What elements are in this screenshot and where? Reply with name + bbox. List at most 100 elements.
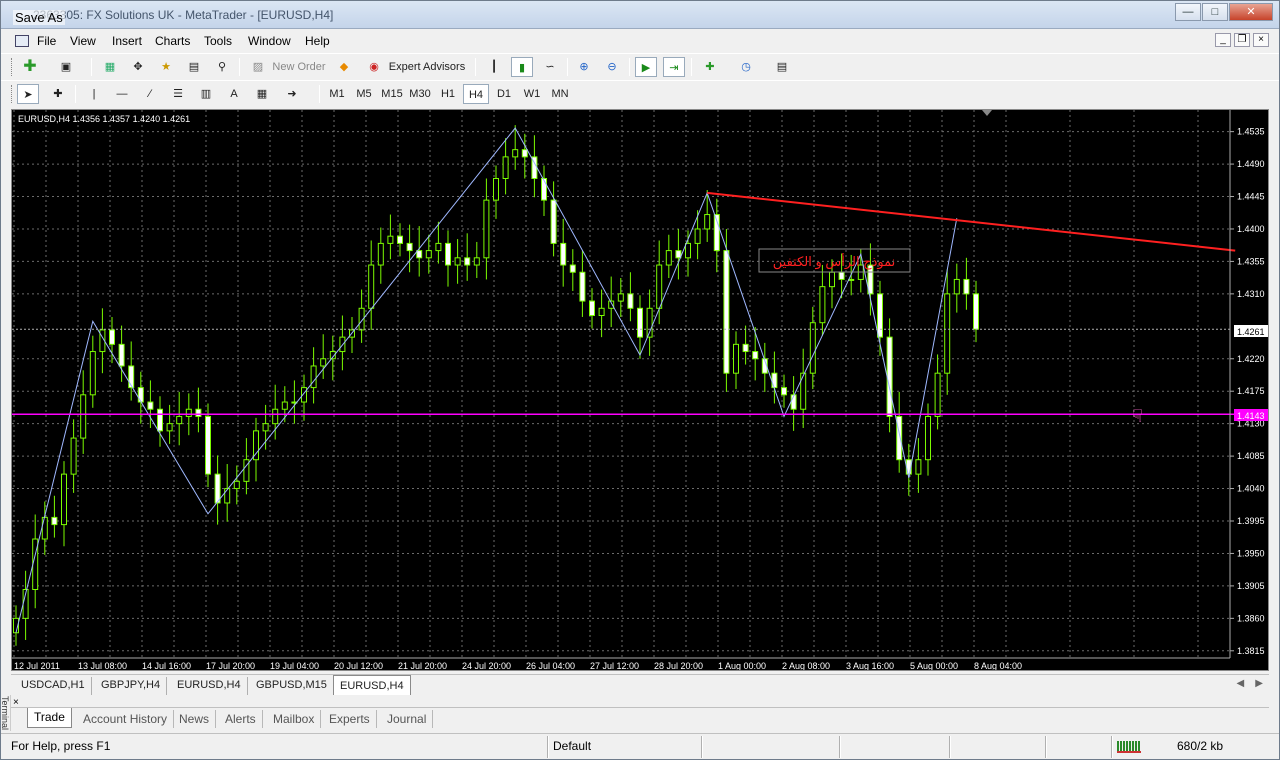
- candle-body: [118, 343, 125, 367]
- maximize-button[interactable]: □: [1202, 3, 1228, 21]
- time-tick-label: 12 Jul 2011: [14, 661, 60, 670]
- horizontal-line-icon[interactable]: —: [111, 84, 133, 104]
- price-axis: 1.4535 1.4490 1.4445 1.4400 1.4355 1.4310 1.42…: [1229, 110, 1265, 658]
- time-tick-label: 27 Jul 12:00: [590, 661, 639, 670]
- market-watch-icon[interactable]: ▦: [99, 57, 121, 77]
- window-controls: — □ ✕: [1174, 3, 1273, 21]
- candle-body: [157, 408, 163, 432]
- timeframe-w1[interactable]: W1: [519, 84, 545, 104]
- terminal-icon[interactable]: ▤: [183, 57, 205, 77]
- cursor-icon[interactable]: ➤: [17, 84, 39, 104]
- mdi-close-button[interactable]: ×: [1253, 33, 1269, 47]
- trendline-icon[interactable]: ∕: [139, 84, 161, 104]
- candle-body: [819, 286, 826, 324]
- navigator-icon[interactable]: ✥: [127, 57, 149, 77]
- timeframe-h4[interactable]: H4: [463, 84, 489, 104]
- indicators-icon[interactable]: ✚: [699, 57, 721, 77]
- chart-tabs-bar: USDCAD,H1 GBPJPY,H4 EURUSD,H4 GBPUSD,M15…: [11, 674, 1269, 695]
- expert-advisors-button[interactable]: Expert Advisors: [385, 57, 469, 77]
- periods-clock-icon[interactable]: ◷: [735, 57, 757, 77]
- drawing-toolbar: ➤ ✚ | — ∕ ☰ ▥ A ▦ ➜ M1 M5 M15 M30 H1 H4 …: [1, 80, 1279, 106]
- new-chart-icon[interactable]: ✚: [19, 57, 41, 77]
- menu-window[interactable]: Window: [248, 34, 291, 48]
- menu-tools[interactable]: Tools: [204, 34, 232, 48]
- candle-body: [397, 235, 403, 244]
- candle-body: [925, 415, 931, 461]
- candle-body: [886, 336, 893, 417]
- timeframe-h1[interactable]: H1: [435, 84, 461, 104]
- timeframe-m5[interactable]: M5: [351, 84, 377, 104]
- timeframe-m1[interactable]: M1: [325, 84, 349, 104]
- mdi-minimize-button[interactable]: _: [1215, 33, 1231, 47]
- vertical-line-icon[interactable]: |: [83, 84, 105, 104]
- bar-chart-icon[interactable]: ┃: [483, 57, 505, 77]
- zoom-in-icon[interactable]: ⊕: [573, 57, 595, 77]
- close-button[interactable]: ✕: [1229, 3, 1273, 21]
- tab-trade[interactable]: Trade: [27, 708, 72, 728]
- status-separator: [839, 736, 841, 758]
- tab-alerts[interactable]: Alerts: [219, 710, 263, 728]
- chart-tab-active[interactable]: EURUSD,H4: [333, 675, 411, 695]
- tab-mailbox[interactable]: Mailbox: [267, 710, 322, 728]
- crosshair-icon[interactable]: ✚: [47, 84, 69, 104]
- chart-tab[interactable]: GBPJPY,H4: [95, 677, 168, 695]
- new-order-button[interactable]: New Order: [269, 57, 329, 77]
- toolbar-separator: [239, 58, 240, 76]
- candle-body: [973, 293, 979, 330]
- new-order-icon[interactable]: ▨: [247, 57, 269, 77]
- hline-price-label: 1.4143: [1237, 411, 1265, 421]
- candle-body: [656, 264, 663, 309]
- fibonacci-icon[interactable]: ▥: [195, 84, 217, 104]
- menu-file[interactable]: File: [37, 34, 56, 48]
- chart-shift-icon[interactable]: ⇥: [663, 57, 685, 77]
- metaeditor-icon[interactable]: ◆: [333, 57, 355, 77]
- minimize-button[interactable]: —: [1175, 3, 1201, 21]
- candle-body: [589, 300, 595, 317]
- line-chart-icon[interactable]: ∽: [539, 57, 561, 77]
- candle-body: [550, 199, 557, 244]
- app-menu-icon[interactable]: [15, 35, 29, 47]
- menu-help[interactable]: Help: [305, 34, 330, 48]
- timeframe-mn[interactable]: MN: [547, 84, 573, 104]
- timeframe-m15[interactable]: M15: [379, 84, 405, 104]
- strategy-tester-icon[interactable]: ⚲: [211, 57, 233, 77]
- profiles-icon[interactable]: ▣: [55, 57, 77, 77]
- templates-icon[interactable]: ▤: [771, 57, 793, 77]
- chart-tabs-scroll-arrows[interactable]: ◀ ▶: [1237, 678, 1264, 689]
- price-tick-label: 1.4310: [1237, 289, 1265, 299]
- tab-news[interactable]: News: [173, 710, 217, 728]
- menu-charts[interactable]: Charts: [155, 34, 190, 48]
- time-tick-label: 26 Jul 04:00: [526, 661, 575, 670]
- tab-journal[interactable]: Journal: [381, 710, 434, 728]
- terminal-tabs-bar: Trade Account History News Alerts Mailbo…: [11, 707, 1269, 729]
- arrows-icon[interactable]: ➜: [281, 84, 303, 104]
- expert-advisors-icon[interactable]: ◉: [363, 57, 385, 77]
- candlestick-chart-icon[interactable]: ▮: [511, 57, 533, 77]
- text-label-icon[interactable]: ▦: [251, 84, 273, 104]
- zoom-out-icon[interactable]: ⊖: [601, 57, 623, 77]
- candle-body: [473, 257, 480, 266]
- data-window-icon[interactable]: ★: [155, 57, 177, 77]
- tab-account-history[interactable]: Account History: [77, 710, 175, 728]
- mdi-restore-button[interactable]: ❐: [1234, 33, 1250, 47]
- equidistant-channel-icon[interactable]: ☰: [167, 84, 189, 104]
- auto-scroll-icon[interactable]: ▶: [635, 57, 657, 77]
- tab-experts[interactable]: Experts: [323, 710, 377, 728]
- timeframe-m30[interactable]: M30: [407, 84, 433, 104]
- candlestick-chart[interactable]: نموذج الرأس و الكتفين EURUSD,H4 1.4356 1…: [12, 110, 1268, 671]
- status-profile[interactable]: Default: [553, 739, 591, 753]
- chart-window[interactable]: نموذج الرأس و الكتفين EURUSD,H4 1.4356 1…: [11, 109, 1269, 671]
- candle-body: [147, 401, 154, 410]
- time-tick-label: 13 Jul 08:00: [78, 661, 127, 670]
- candle-body: [598, 307, 605, 317]
- current-price-label: 1.4261: [1237, 327, 1265, 337]
- chart-tab[interactable]: EURUSD,H4: [171, 677, 248, 695]
- candle-body: [195, 408, 202, 417]
- timeframe-d1[interactable]: D1: [491, 84, 517, 104]
- menu-view[interactable]: View: [70, 34, 96, 48]
- menu-insert[interactable]: Insert: [112, 34, 142, 48]
- chart-tab[interactable]: GBPUSD,M15: [250, 677, 334, 695]
- toolbar-separator: [75, 85, 76, 103]
- text-icon[interactable]: A: [223, 84, 245, 104]
- chart-tab[interactable]: USDCAD,H1: [15, 677, 92, 695]
